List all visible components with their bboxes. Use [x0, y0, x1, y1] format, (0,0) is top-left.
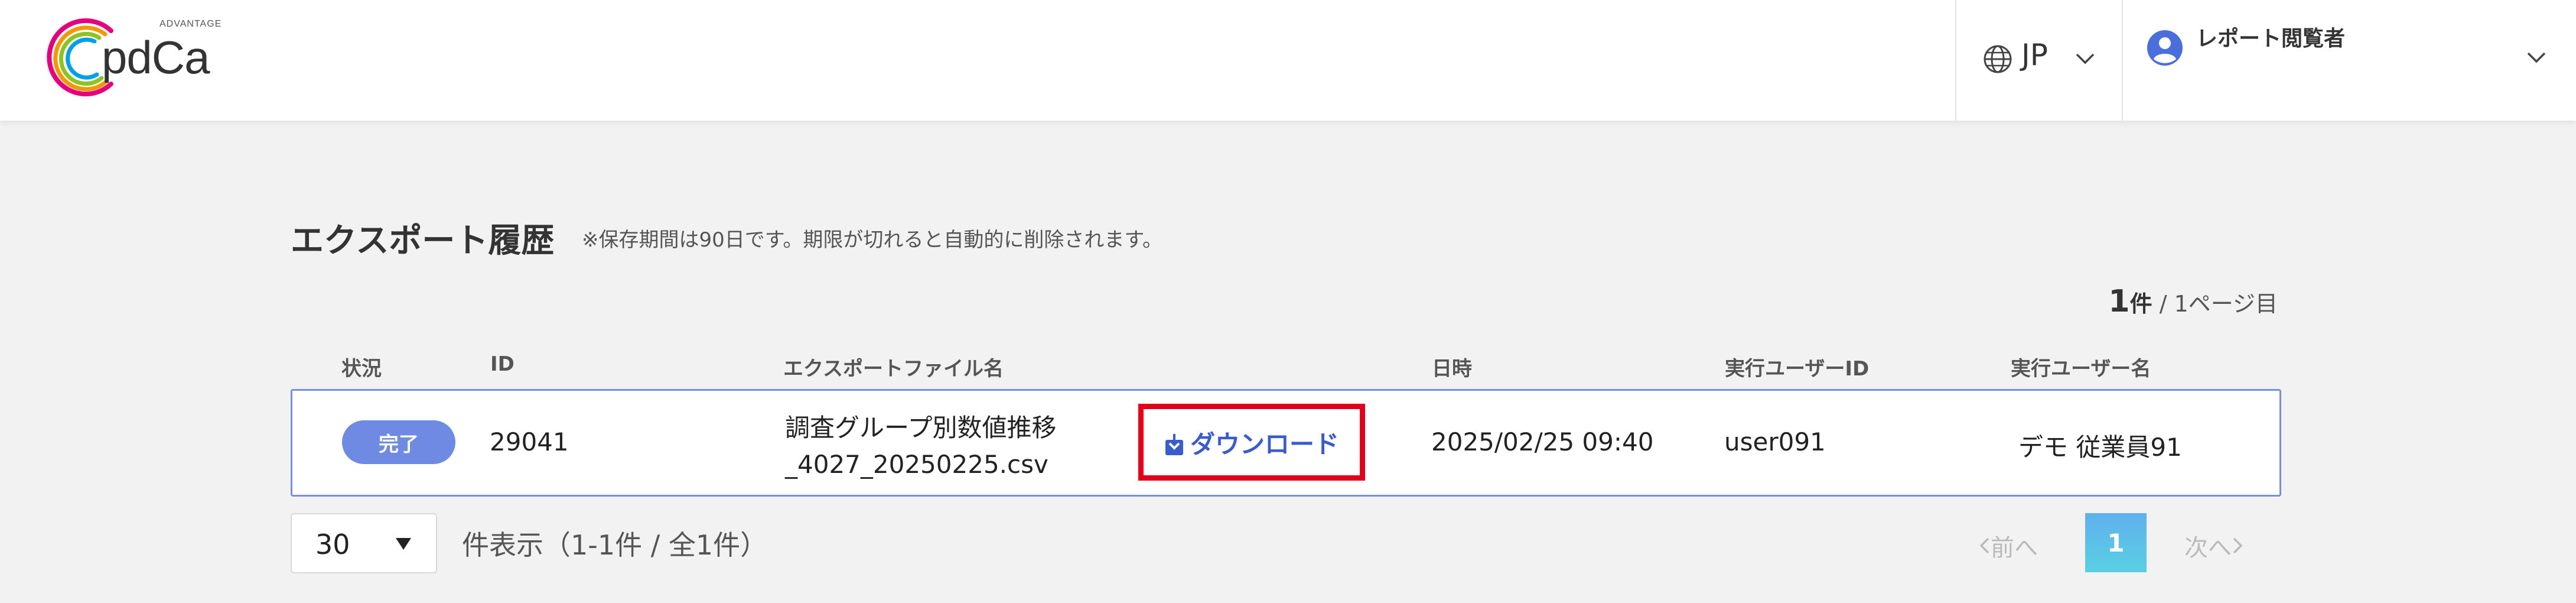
export-id: 29041: [490, 427, 569, 456]
logo[interactable]: ADVANTAGE pdCa: [40, 13, 221, 102]
chevron-down-icon: [2076, 53, 2095, 64]
globe-icon: [1984, 45, 2012, 73]
executor-user-name: デモ 従業員91: [2018, 433, 2182, 462]
pagination-prev[interactable]: 前へ: [1979, 529, 2038, 563]
page-title: エクスポート履歴: [291, 222, 555, 260]
download-label: ダウンロード: [1190, 429, 1339, 459]
column-header-user-id: 実行ユーザーID: [1725, 357, 1870, 381]
count-unit: 件: [2129, 291, 2152, 317]
logo-wordmark: pdCa: [102, 31, 210, 83]
filename-line-1: 調査グループ別数値推移: [785, 413, 1057, 442]
executor-user-id: user091: [1724, 427, 1826, 456]
logo-tagline: ADVANTAGE: [159, 19, 222, 29]
chevron-left-icon: [1979, 537, 1989, 554]
user-name: レポート閲覧者: [2196, 27, 2346, 51]
result-count: 1件 / 1ページ目: [2108, 284, 2278, 319]
app-header: ADVANTAGE pdCa JP レポート閲覧者: [0, 0, 2576, 121]
caret-down-icon: [396, 538, 411, 550]
status-badge: 完了: [342, 420, 455, 464]
column-header-status: 状況: [341, 357, 382, 381]
prev-label: 前へ: [1991, 534, 2038, 562]
column-header-id: ID: [490, 352, 514, 376]
export-filename: 調査グループ別数値推移 _4027_20250225.csv: [785, 410, 1056, 483]
display-count: 件表示（1-1件 / 全1件）: [462, 529, 768, 561]
user-menu[interactable]: レポート閲覧者: [2123, 0, 2576, 121]
chevron-down-icon: [2527, 52, 2546, 63]
pagination-page-current[interactable]: 1: [2085, 513, 2147, 572]
language-label: JP: [2021, 38, 2048, 72]
user-avatar-icon: [2147, 30, 2183, 66]
download-icon: [1165, 434, 1183, 455]
page-size-value: 30: [315, 529, 350, 560]
pagination-next[interactable]: 次へ: [2184, 529, 2243, 563]
language-selector[interactable]: JP: [1956, 0, 2122, 121]
count-number: 1: [2108, 284, 2130, 319]
chevron-right-icon: [2233, 537, 2243, 554]
table-row: 完了 29041 調査グループ別数値推移 _4027_20250225.csv …: [291, 389, 2281, 497]
export-datetime: 2025/02/25 09:40: [1431, 427, 1654, 456]
column-header-datetime: 日時: [1432, 357, 1472, 381]
next-label: 次へ: [2184, 534, 2232, 562]
filename-line-2: _4027_20250225.csv: [785, 450, 1048, 479]
count-page: / 1ページ目: [2152, 291, 2278, 317]
column-header-user-name: 実行ユーザー名: [2011, 357, 2151, 381]
download-button[interactable]: ダウンロード: [1138, 404, 1365, 481]
column-header-filename: エクスポートファイル名: [783, 357, 1004, 381]
page-size-select[interactable]: 30: [291, 513, 437, 573]
retention-note: ※保存期間は90日です。期限が切れると自動的に削除されます。: [582, 228, 1162, 252]
